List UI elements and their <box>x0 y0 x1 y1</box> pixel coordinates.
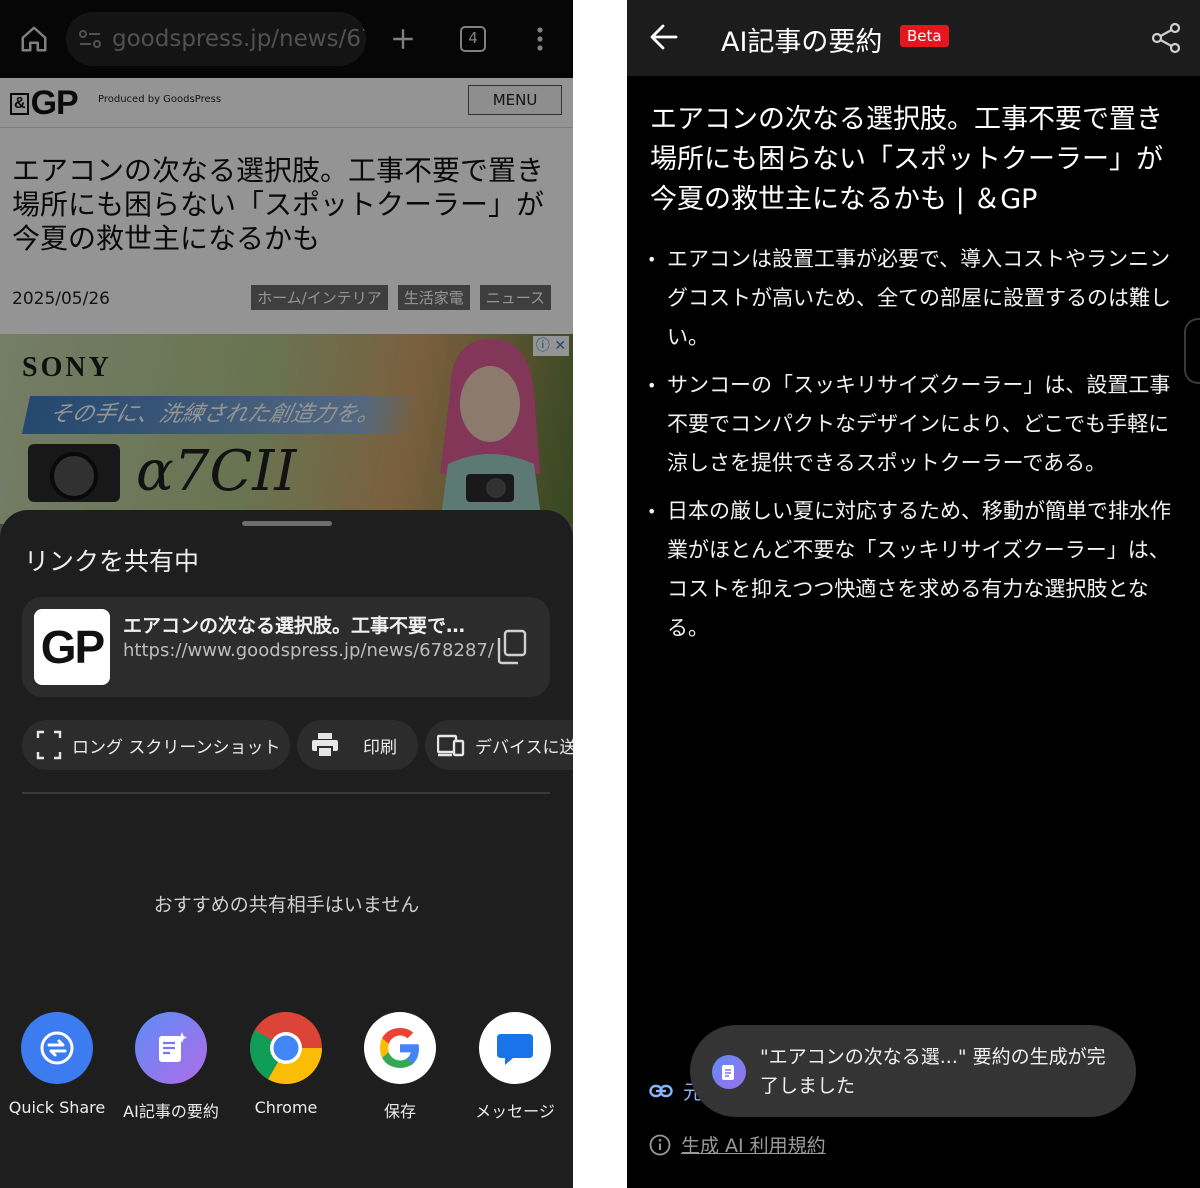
ai-summary-icon <box>712 1055 746 1089</box>
ai-summary-panel: AI記事の要約 Beta エアコンの次なる選択肢。工事不要で置き場所にも困らない… <box>627 0 1200 1188</box>
copy-icon[interactable] <box>494 629 528 665</box>
share-target-quick-share[interactable]: Quick Share <box>0 1012 114 1117</box>
edge-panel-handle[interactable] <box>1184 318 1200 384</box>
link-url: https://www.goodspress.jp/news/678287/ <box>123 640 494 661</box>
link-title: エアコンの次なる選択肢。工事不要で… <box>123 615 466 637</box>
summarized-article-title: エアコンの次なる選択肢。工事不要で置き場所にも困らない「スポットクーラー」が今夏… <box>650 104 1163 215</box>
app-label: Chrome <box>254 1098 318 1117</box>
send-to-device-button[interactable]: デバイスに送信 <box>425 720 573 770</box>
summary-bullet: 日本の厳しい夏に対応するため、移動が簡単で排水作業がほとんど不要な「スッキリサイ… <box>647 492 1187 648</box>
quick-share-icon <box>21 1012 93 1084</box>
info-icon <box>649 1134 671 1155</box>
chrome-icon <box>250 1012 322 1084</box>
long-screenshot-label: ロング スクリーンショット <box>72 737 281 758</box>
print-icon <box>312 733 338 758</box>
drag-handle[interactable] <box>242 521 332 526</box>
summary-page-title: AI記事の要約 <box>721 27 883 58</box>
toast-notification: "エアコンの次なる選..." 要約の生成が完了しました <box>690 1025 1136 1117</box>
no-suggestions-text: おすすめの共有相手はいません <box>153 894 420 916</box>
app-label: 保存 <box>383 1102 416 1121</box>
share-icon[interactable] <box>1151 22 1181 54</box>
app-label: AI記事の要約 <box>123 1102 219 1121</box>
ai-terms-label: 生成 AI 利用規約 <box>681 1135 826 1157</box>
back-arrow-icon[interactable] <box>649 20 679 54</box>
google-icon <box>364 1012 436 1084</box>
link-icon <box>649 1084 673 1097</box>
app-label: メッセージ <box>475 1102 555 1121</box>
shared-link-card: GP エアコンの次なる選択肢。工事不要で… https://www.goodsp… <box>22 597 550 697</box>
share-target-google-save[interactable]: 保存 <box>343 1012 457 1122</box>
share-target-chrome[interactable]: Chrome <box>229 1012 343 1117</box>
devices-icon <box>437 734 465 757</box>
app-label: Quick Share <box>8 1098 106 1117</box>
summary-bullet: サンコーの「スッキリサイズクーラー」は、設置工事不要でコンパクトなデザインにより… <box>647 366 1187 483</box>
share-sheet: リンクを共有中 GP エアコンの次なる選択肢。工事不要で… https://ww… <box>0 510 573 1188</box>
print-label: 印刷 <box>363 737 397 758</box>
beta-badge: Beta <box>900 25 949 47</box>
ai-terms-link[interactable]: 生成 AI 利用規約 <box>649 1131 826 1158</box>
ai-summary-icon <box>135 1012 207 1084</box>
share-sheet-title: リンクを共有中 <box>24 547 200 576</box>
link-thumbnail: GP <box>34 609 110 685</box>
long-screenshot-icon <box>36 730 62 760</box>
share-actions-row: ロング スクリーンショット 印刷 デバイスに送信 <box>22 720 573 770</box>
summary-bullet: エアコンは設置工事が必要で、導入コストやランニングコストが高いため、全ての部屋に… <box>647 240 1187 357</box>
browser-panel: goodspress.jp/news/678 4 & GP Produced by… <box>0 0 573 1188</box>
summary-header: AI記事の要約 Beta <box>627 0 1200 76</box>
share-target-messages[interactable]: メッセージ <box>458 1012 572 1122</box>
toast-message: "エアコンの次なる選..." 要約の生成が完了しました <box>760 1046 1106 1097</box>
section-divider <box>22 792 550 794</box>
summary-bullets: エアコンは設置工事が必要で、導入コストやランニングコストが高いため、全ての部屋に… <box>647 240 1187 657</box>
share-target-ai-summary[interactable]: AI記事の要約 <box>114 1012 228 1122</box>
share-targets: Quick Share AI記事の要約 Chrome 保存 メッセージ <box>0 1012 573 1122</box>
send-to-device-label: デバイスに送信 <box>475 737 573 758</box>
long-screenshot-button[interactable]: ロング スクリーンショット <box>22 720 290 770</box>
print-button[interactable]: 印刷 <box>297 720 418 770</box>
messages-icon <box>479 1012 551 1084</box>
